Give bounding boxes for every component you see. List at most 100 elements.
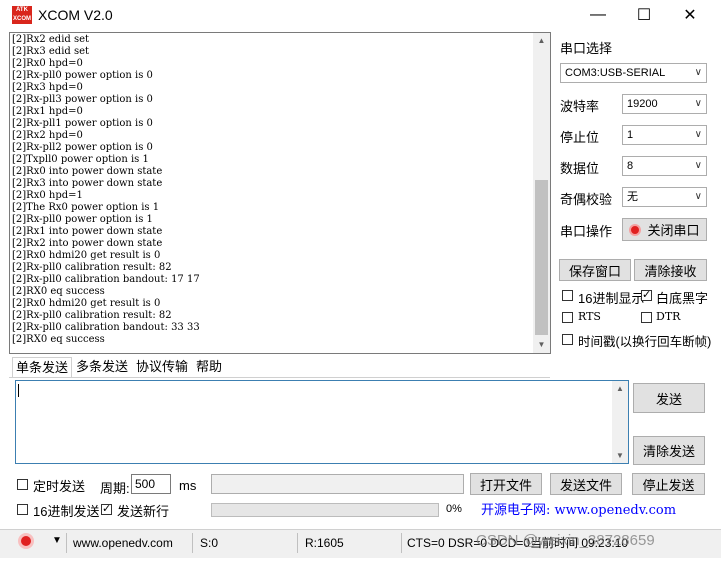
receive-line: [2]RX0 eq success bbox=[12, 334, 105, 345]
parity-select-value: 无 bbox=[627, 191, 638, 203]
white-bg-checkbox[interactable] bbox=[641, 290, 652, 301]
receive-line: [2]The Rx0 power option is 1 bbox=[12, 202, 160, 213]
hex-display-checkbox[interactable] bbox=[562, 290, 573, 301]
tab-multi-send[interactable]: 多条发送 bbox=[73, 357, 131, 377]
tab-divider bbox=[9, 377, 550, 378]
receive-line: [2]RX0 eq success bbox=[12, 286, 105, 297]
rts-checkbox[interactable] bbox=[562, 312, 573, 323]
send-input[interactable] bbox=[15, 380, 629, 464]
led-icon bbox=[629, 223, 642, 236]
status-sent-count: S:0 bbox=[200, 536, 219, 550]
maximize-button[interactable]: ☐ bbox=[621, 0, 667, 30]
send-file-button[interactable]: 发送文件 bbox=[550, 473, 622, 495]
receive-line: [2]Rx-pll0 calibration result: 82 bbox=[12, 310, 172, 321]
status-url[interactable]: www.openedv.com bbox=[73, 534, 173, 552]
tab-protocol[interactable]: 协议传输 bbox=[133, 357, 191, 377]
progress-percent: 0% bbox=[446, 503, 462, 515]
send-newline-checkbox[interactable] bbox=[101, 504, 112, 515]
receive-line: [2]Rx0 hdmi20 get result is 0 bbox=[12, 298, 161, 309]
receive-line: [2]Rx-pll1 power option is 0 bbox=[12, 118, 153, 129]
app-logo: ATK XCOM bbox=[12, 6, 32, 24]
period-label: 周期: bbox=[100, 481, 130, 496]
chevron-down-icon: ∨ bbox=[694, 67, 702, 78]
hex-send-label: 16进制发送 bbox=[33, 504, 100, 519]
openedv-link[interactable]: 开源电子网: www.openedv.com bbox=[481, 499, 676, 518]
receive-line: [2]Rx0 hpd=1 bbox=[12, 190, 83, 201]
receive-line: [2]Rx0 hpd=0 bbox=[12, 58, 83, 69]
text-cursor bbox=[18, 384, 19, 397]
status-separator bbox=[297, 533, 298, 553]
receive-line: [2]Rx-pll2 power option is 0 bbox=[12, 142, 153, 153]
port-select[interactable]: COM3:USB-SERIAL ∨ bbox=[560, 63, 707, 83]
scroll-up-icon[interactable]: ▲ bbox=[612, 384, 628, 393]
white-bg-label: 白底黑字 bbox=[656, 291, 709, 306]
receive-line: [2]Rx0 hdmi20 get result is 0 bbox=[12, 250, 161, 261]
receive-line: [2]Txpll0 power option is 1 bbox=[12, 154, 149, 165]
settings-icon[interactable] bbox=[18, 533, 34, 549]
baud-select-value: 19200 bbox=[627, 98, 658, 110]
databits-select-value: 8 bbox=[627, 160, 634, 172]
period-unit: ms bbox=[179, 478, 197, 493]
stopbits-select-value: 1 bbox=[627, 129, 634, 141]
rts-label: RTS bbox=[578, 310, 601, 323]
clear-send-button[interactable]: 清除发送 bbox=[633, 436, 705, 465]
timed-send-label: 定时发送 bbox=[33, 479, 86, 494]
chevron-down-icon: ∨ bbox=[694, 129, 702, 140]
save-window-button[interactable]: 保存窗口 bbox=[559, 259, 631, 281]
receive-line: [2]Rx-pll0 calibration bandout: 33 33 bbox=[12, 322, 200, 333]
timestamp-checkbox[interactable] bbox=[562, 334, 573, 345]
timestamp-label: 时间戳(以换行回车断帧) bbox=[578, 335, 712, 349]
clear-receive-button[interactable]: 清除接收 bbox=[634, 259, 707, 281]
dropdown-arrow-icon[interactable]: ▼ bbox=[52, 535, 62, 546]
file-path-field[interactable] bbox=[211, 474, 464, 494]
period-input[interactable]: 500 bbox=[131, 474, 171, 494]
status-separator bbox=[401, 533, 402, 553]
close-button[interactable]: ✕ bbox=[667, 0, 713, 30]
parity-label: 奇偶校验 bbox=[560, 192, 613, 207]
send-button[interactable]: 发送 bbox=[633, 383, 705, 413]
stopbits-label: 停止位 bbox=[560, 130, 600, 145]
receive-text: [2]Rx2 edid set [2]Rx3 edid set [2]Rx0 hpd… bbox=[12, 34, 534, 352]
hex-display-label: 16进制显示 bbox=[578, 291, 645, 306]
receive-scroll-thumb[interactable] bbox=[535, 180, 548, 335]
chevron-down-icon: ∨ bbox=[694, 160, 702, 171]
scroll-down-icon[interactable]: ▼ bbox=[612, 451, 628, 460]
parity-select[interactable]: 无 ∨ bbox=[622, 187, 707, 207]
csdn-watermark: CSDN @weixin_38728659 bbox=[476, 532, 655, 549]
databits-label: 数据位 bbox=[560, 161, 600, 176]
scroll-down-icon[interactable]: ▼ bbox=[533, 340, 550, 349]
window-title: XCOM V2.0 bbox=[38, 7, 113, 23]
databits-select[interactable]: 8 ∨ bbox=[622, 156, 707, 176]
close-port-button[interactable]: 关闭串口 bbox=[622, 218, 707, 241]
close-port-label: 关闭串口 bbox=[647, 223, 700, 238]
timed-send-checkbox[interactable] bbox=[17, 479, 28, 490]
receive-line: [2]Rx3 into power down state bbox=[12, 178, 163, 189]
baud-label: 波特率 bbox=[560, 99, 600, 114]
stop-send-button[interactable]: 停止发送 bbox=[632, 473, 705, 495]
receive-line: [2]Rx3 edid set bbox=[12, 46, 90, 57]
hex-send-checkbox[interactable] bbox=[17, 504, 28, 515]
receive-line: [2]Rx1 into power down state bbox=[12, 226, 163, 237]
port-select-label: 串口选择 bbox=[560, 41, 613, 56]
receive-line: [2]Rx2 into power down state bbox=[12, 238, 163, 249]
receive-line: [2]Rx-pll3 power option is 0 bbox=[12, 94, 153, 105]
baud-select[interactable]: 19200 ∨ bbox=[622, 94, 707, 114]
stopbits-select[interactable]: 1 ∨ bbox=[622, 125, 707, 145]
open-file-button[interactable]: 打开文件 bbox=[470, 473, 542, 495]
tab-single-send[interactable]: 单条发送 bbox=[12, 357, 73, 378]
receive-line: [2]Rx-pll0 calibration bandout: 17 17 bbox=[12, 274, 200, 285]
minimize-button[interactable]: — bbox=[575, 0, 621, 30]
send-progress-bar bbox=[211, 503, 439, 517]
tab-help[interactable]: 帮助 bbox=[193, 357, 225, 377]
scroll-up-icon[interactable]: ▲ bbox=[533, 36, 550, 45]
receive-line: [2]Rx-pll0 power option is 0 bbox=[12, 70, 153, 81]
status-separator bbox=[66, 533, 67, 553]
chevron-down-icon: ∨ bbox=[694, 98, 702, 109]
receive-line: [2]Rx2 edid set bbox=[12, 34, 90, 45]
send-newline-label: 发送新行 bbox=[117, 504, 170, 519]
receive-line: [2]Rx2 hpd=0 bbox=[12, 130, 83, 141]
dtr-checkbox[interactable] bbox=[641, 312, 652, 323]
status-received-count: R:1605 bbox=[305, 536, 344, 550]
chevron-down-icon: ∨ bbox=[694, 191, 702, 202]
receive-line: [2]Rx-pll0 power option is 1 bbox=[12, 214, 153, 225]
